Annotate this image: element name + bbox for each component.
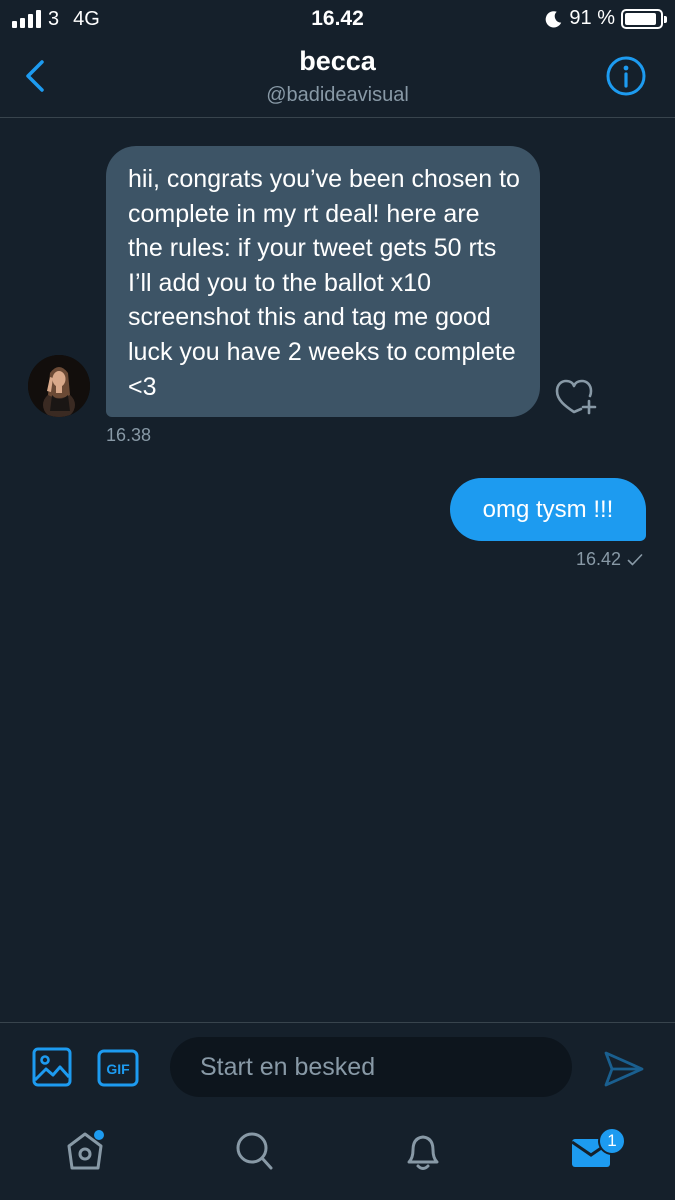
battery-percentage: 91 % <box>569 7 615 29</box>
add-photo-button[interactable] <box>32 1047 72 1087</box>
avatar-photo <box>28 355 90 417</box>
incoming-message-text: hii, congrats you’ve been chosen to comp… <box>128 165 520 401</box>
battery-icon <box>621 8 667 29</box>
status-right: 91 % <box>545 7 667 30</box>
status-bar: 3 4G 16.42 91 % <box>0 0 675 38</box>
check-icon <box>627 553 643 565</box>
outgoing-message-text: omg tysm !!! <box>482 496 614 523</box>
tab-notifications[interactable] <box>401 1128 445 1174</box>
outgoing-message-meta: 16.42 <box>576 549 643 570</box>
heart-plus-icon <box>555 379 597 415</box>
send-icon <box>604 1051 644 1087</box>
message-input[interactable] <box>170 1037 572 1097</box>
notifications-icon <box>407 1135 439 1170</box>
tab-search[interactable] <box>232 1128 276 1174</box>
home-unread-dot <box>94 1130 104 1140</box>
gif-label: GIF <box>106 1061 130 1077</box>
gif-icon: GIF <box>97 1049 139 1087</box>
dm-conversation-screen: 3 4G 16.42 91 % becca @badideavisual hii… <box>0 0 675 1200</box>
outgoing-message-time: 16.42 <box>575 549 621 569</box>
incoming-message-time: 16.38 <box>106 425 152 445</box>
outgoing-message-bubble[interactable]: omg tysm !!! <box>450 478 646 541</box>
battery-level <box>625 12 656 25</box>
do-not-disturb-moon-icon <box>546 10 562 27</box>
like-message-button[interactable] <box>553 376 599 416</box>
image-icon <box>32 1047 72 1087</box>
info-icon <box>606 56 646 96</box>
add-gif-button[interactable]: GIF <box>97 1049 139 1087</box>
info-button[interactable] <box>605 55 647 97</box>
messages-badge: 1 <box>598 1127 626 1155</box>
avatar[interactable] <box>28 355 90 417</box>
conversation-handle: @badideavisual <box>266 84 409 106</box>
tab-bar <box>0 1114 675 1200</box>
conversation-header: becca @badideavisual <box>0 38 675 118</box>
search-icon <box>236 1132 273 1170</box>
incoming-message-bubble[interactable]: hii, congrats you’ve been chosen to comp… <box>106 146 540 417</box>
send-button[interactable] <box>603 1049 645 1089</box>
message-composer: GIF <box>0 1022 675 1114</box>
conversation-title[interactable]: becca <box>0 46 675 77</box>
